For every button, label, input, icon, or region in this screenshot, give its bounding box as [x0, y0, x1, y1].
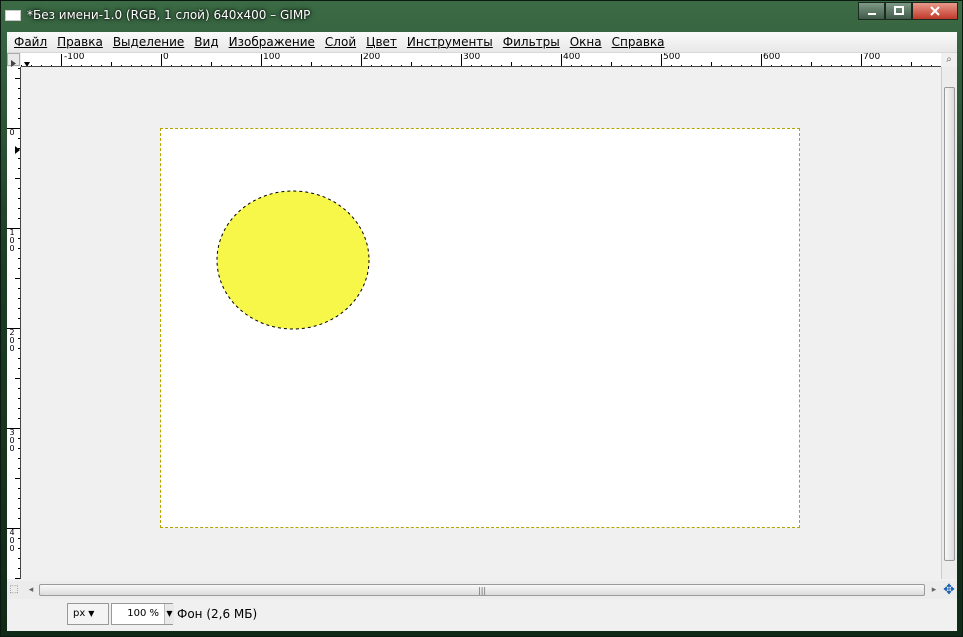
menu-file[interactable]: Файл	[11, 35, 50, 49]
hruler-label: 100	[263, 53, 281, 62]
menu-tools[interactable]: Инструменты	[404, 35, 496, 49]
navigate-icon: ✥	[943, 582, 955, 598]
chevron-right-icon: ▸	[931, 585, 937, 595]
menu-edit[interactable]: Правка	[54, 35, 106, 49]
hruler-label: -100	[64, 53, 85, 62]
pointer-marker	[15, 146, 20, 154]
image-content	[216, 190, 370, 330]
menu-view[interactable]: Вид	[191, 35, 221, 49]
quick-mask-icon: ⬚	[9, 584, 19, 595]
menu-windows[interactable]: Окна	[567, 35, 605, 49]
hruler-label: 0	[163, 53, 169, 62]
vertical-scroll-thumb[interactable]	[944, 87, 955, 561]
close-icon	[930, 6, 940, 16]
vertical-scrollbar[interactable]	[941, 67, 957, 579]
hruler-label: 400	[563, 53, 581, 62]
close-button[interactable]	[912, 2, 958, 20]
vruler-label: 100	[9, 228, 15, 253]
scroll-left-button[interactable]: ◂	[25, 583, 37, 597]
hruler-label: 700	[863, 53, 881, 62]
title-bar[interactable]: *Без имени-1.0 (RGB, 1 слой) 640x400 – G…	[1, 1, 963, 31]
vertical-ruler[interactable]: 0 100 200 300 400	[7, 67, 21, 579]
chevron-down-icon[interactable]: ▼	[164, 604, 174, 624]
unit-selector[interactable]: px ▼	[67, 603, 109, 625]
window-title: *Без имени-1.0 (RGB, 1 слой) 640x400 – G…	[27, 8, 311, 22]
canvas-area[interactable]	[21, 67, 941, 579]
minimize-icon	[867, 13, 876, 15]
ruler-menu-button[interactable]	[7, 53, 20, 67]
menu-image[interactable]: Изображение	[226, 35, 318, 49]
image-window: Файл Правка Выделение Вид Изображение Сл…	[7, 32, 957, 631]
quick-mask-button[interactable]: ⬚	[7, 581, 21, 599]
horizontal-ruler[interactable]: -100 0 100 200 300 400 500 600 700	[21, 53, 941, 67]
navigate-button[interactable]: ✥	[941, 582, 957, 598]
image-canvas[interactable]	[160, 128, 800, 528]
vruler-label: 0	[9, 128, 15, 137]
zoom-fit-button[interactable]: ⌕	[943, 54, 955, 66]
zoom-fit-icon: ⌕	[946, 54, 952, 65]
horizontal-ruler-ticks	[21, 54, 932, 66]
menu-colors[interactable]: Цвет	[363, 35, 400, 49]
horizontal-scroll-thumb[interactable]: |||	[39, 584, 925, 596]
zoom-selector[interactable]: 100 % ▼	[111, 603, 174, 625]
minimize-button[interactable]	[858, 2, 885, 20]
menu-help[interactable]: Справка	[609, 35, 668, 49]
hruler-label: 500	[663, 53, 681, 62]
menu-filters[interactable]: Фильтры	[500, 35, 563, 49]
vertical-ruler-ticks	[7, 68, 20, 579]
maximize-icon	[893, 6, 904, 15]
layer-info: Фон (2,6 МБ)	[177, 607, 258, 621]
gimp-window: *Без имени-1.0 (RGB, 1 слой) 640x400 – G…	[0, 0, 963, 637]
menu-select[interactable]: Выделение	[110, 35, 187, 49]
hruler-label: 600	[763, 53, 781, 62]
yellow-ellipse	[217, 191, 369, 329]
app-icon	[5, 10, 21, 21]
chevron-down-icon: ▼	[88, 609, 95, 618]
chevron-left-icon: ◂	[28, 585, 34, 595]
status-bar: px ▼ 100 % ▼ Фон (2,6 МБ)	[7, 599, 957, 631]
zoom-value[interactable]: 100 %	[115, 604, 159, 624]
maximize-button[interactable]	[885, 2, 912, 20]
vruler-label: 200	[9, 328, 15, 353]
menu-bar: Файл Правка Выделение Вид Изображение Сл…	[7, 32, 957, 53]
scroll-right-button[interactable]: ▸	[928, 583, 940, 597]
grip-icon: |||	[478, 586, 487, 595]
unit-value: px	[73, 608, 86, 619]
vruler-label: 400	[9, 528, 15, 553]
hruler-label: 300	[463, 53, 481, 62]
hruler-label: 200	[363, 53, 381, 62]
menu-layer[interactable]: Слой	[322, 35, 359, 49]
vruler-label: 300	[9, 428, 15, 453]
